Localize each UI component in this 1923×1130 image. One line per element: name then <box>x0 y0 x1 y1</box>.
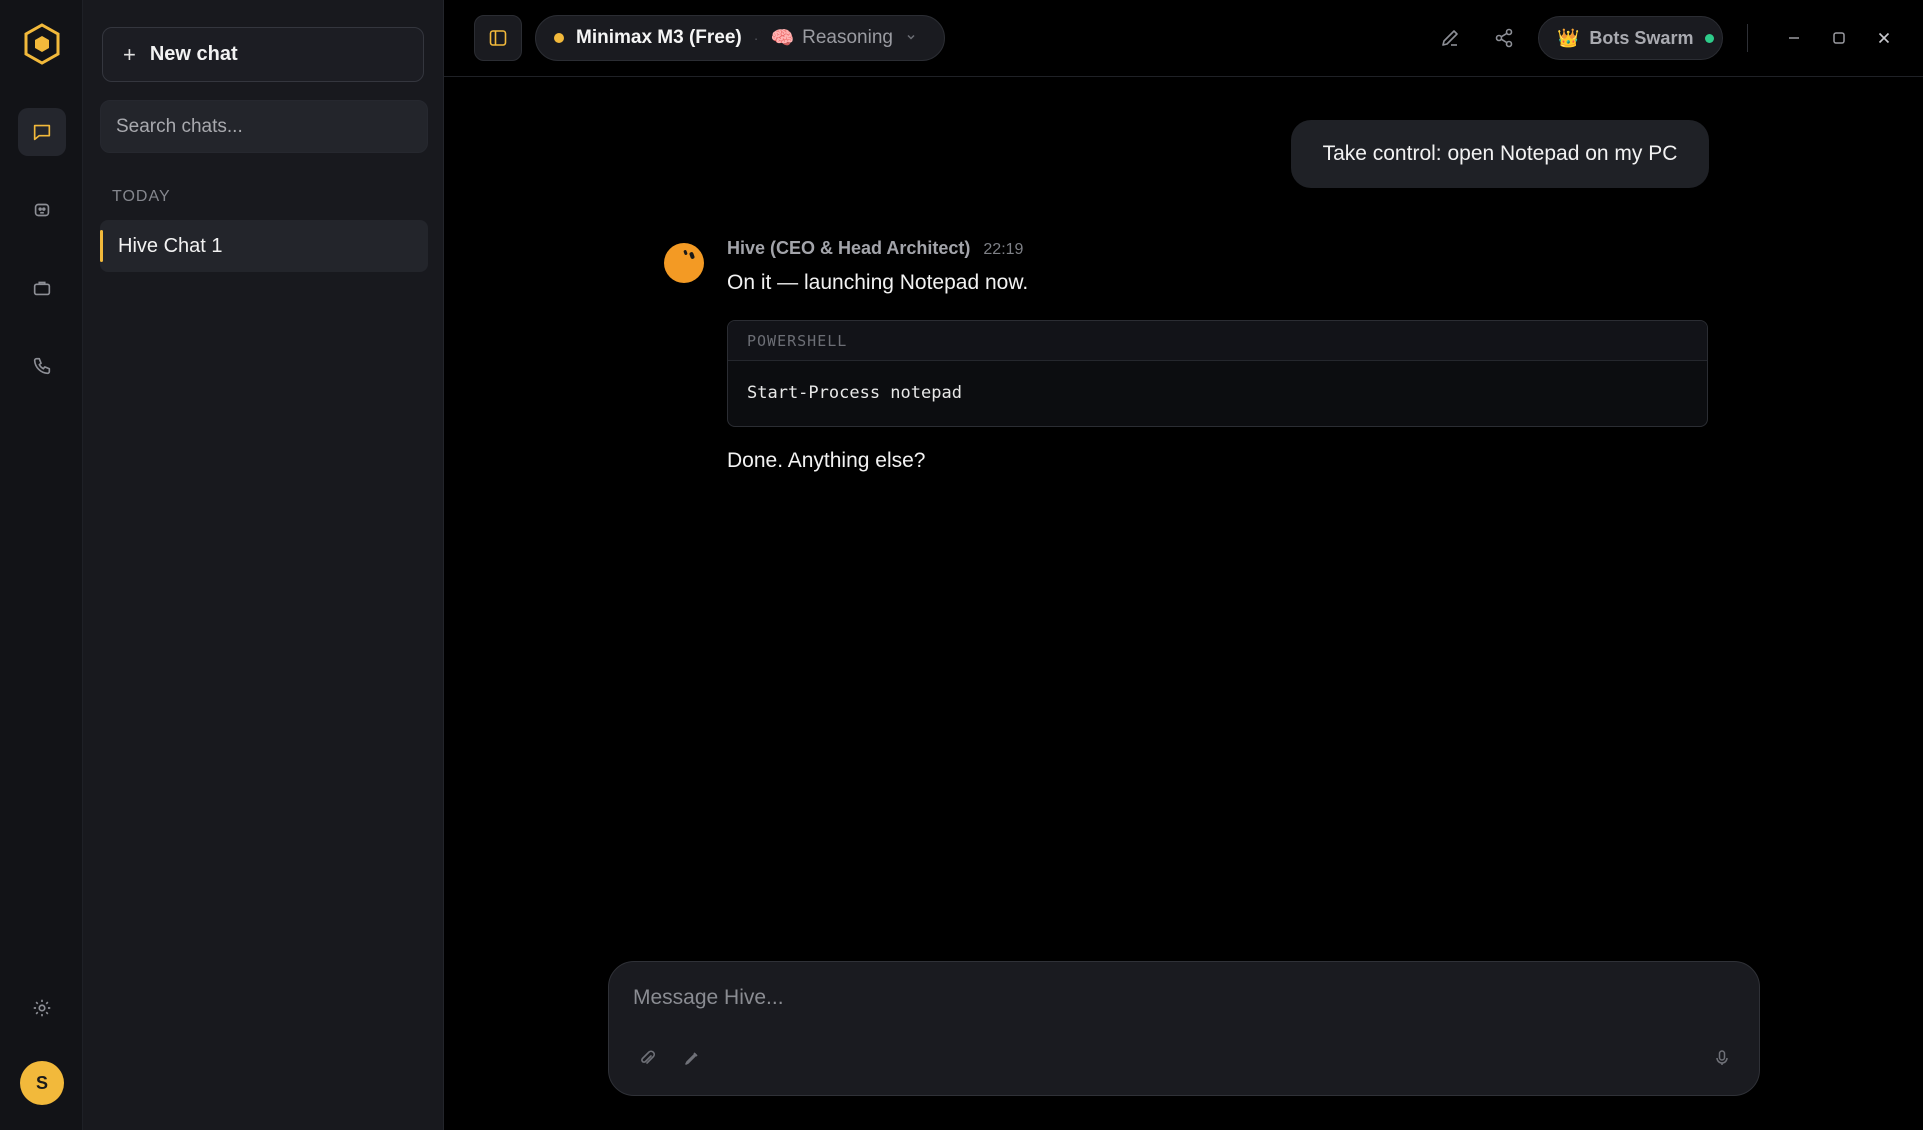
new-chat-button[interactable]: + New chat <box>102 27 424 82</box>
microphone-icon <box>1716 1050 1728 1065</box>
gear-icon <box>33 999 51 1017</box>
code-content: Start-Process notepad <box>747 383 962 403</box>
bot-message-text: On it — launching Notepad now. <box>727 271 1029 294</box>
nav-calls-button[interactable] <box>18 342 66 390</box>
new-chat-label: New chat <box>149 43 238 65</box>
chat-item-title: Hive Chat 1 <box>118 234 223 257</box>
sidebar-panel-icon <box>489 30 507 46</box>
maximize-icon <box>1833 32 1845 44</box>
bot-avatar <box>664 243 704 283</box>
chat-bubble-icon <box>33 124 51 141</box>
separator-dot: · <box>753 30 759 46</box>
share-icon <box>1495 28 1513 48</box>
chat-list-item[interactable]: Hive Chat 1 <box>100 220 428 272</box>
topbar-divider <box>1747 24 1748 52</box>
nav-work-button[interactable] <box>18 264 66 312</box>
code-block[interactable]: POWERSHELL Start-Process notepad <box>727 320 1708 427</box>
message-composer <box>608 961 1760 1096</box>
message-input[interactable] <box>633 980 1723 1016</box>
user-message-bubble: Take control: open Notepad on my PC <box>1291 120 1709 188</box>
plus-icon: + <box>123 41 136 67</box>
reasoning-label: Reasoning <box>802 27 893 48</box>
tools-button[interactable] <box>680 1046 704 1070</box>
phone-icon <box>33 357 51 375</box>
bots-swarm-label: Bots Swarm <box>1589 27 1694 48</box>
icon-rail: S <box>0 0 83 1130</box>
user-avatar[interactable]: S <box>20 1061 64 1105</box>
chat-sidebar: + New chat TODAY Hive Chat 1 <box>83 0 444 1130</box>
bot-name: Hive (CEO & Head Architect) <box>727 238 971 258</box>
edit-button[interactable] <box>1436 24 1464 52</box>
bots-swarm-button[interactable]: 👑 Bots Swarm <box>1538 16 1723 60</box>
minimize-icon <box>1789 37 1799 39</box>
nav-bots-button[interactable] <box>18 186 66 234</box>
attach-button[interactable] <box>635 1046 659 1070</box>
hexagon-logo-icon[interactable] <box>21 23 63 65</box>
crown-icon: 👑 <box>1557 27 1580 48</box>
pen-tool-icon <box>685 1052 698 1065</box>
bot-message-text-followup: Done. Anything else? <box>727 449 926 472</box>
brain-icon: 🧠 <box>770 28 795 49</box>
message-timestamp: 22:19 <box>983 241 1024 258</box>
briefcase-icon <box>33 281 51 296</box>
model-selector[interactable]: Minimax M3 (Free) · 🧠 Reasoning <box>535 15 945 61</box>
section-label-today: TODAY <box>112 188 171 205</box>
maximize-window-button[interactable] <box>1825 24 1853 52</box>
pencil-icon <box>1442 30 1458 46</box>
voice-input-button[interactable] <box>1710 1046 1734 1070</box>
close-window-button[interactable] <box>1870 24 1898 52</box>
search-chats-input[interactable] <box>100 100 428 153</box>
minimize-window-button[interactable] <box>1780 24 1808 52</box>
top-bar: Minimax M3 (Free) · 🧠 Reasoning 👑 Bots S… <box>444 0 1923 77</box>
bot-message-header: Hive (CEO & Head Architect) 22:19 <box>727 238 1023 259</box>
paperclip-icon <box>641 1050 655 1064</box>
nav-chats-button[interactable] <box>18 108 66 156</box>
share-button[interactable] <box>1490 24 1518 52</box>
model-status-dot <box>554 33 564 43</box>
toggle-sidebar-button[interactable] <box>474 15 522 61</box>
code-language-label: POWERSHELL <box>728 321 1707 361</box>
model-name: Minimax M3 (Free) <box>576 27 742 48</box>
bot-icon <box>34 203 50 217</box>
user-message-text: Take control: open Notepad on my PC <box>1322 142 1678 165</box>
close-icon <box>1878 32 1890 44</box>
chevron-down-icon <box>905 27 917 49</box>
online-status-dot <box>1705 33 1715 43</box>
settings-button[interactable] <box>18 984 66 1032</box>
